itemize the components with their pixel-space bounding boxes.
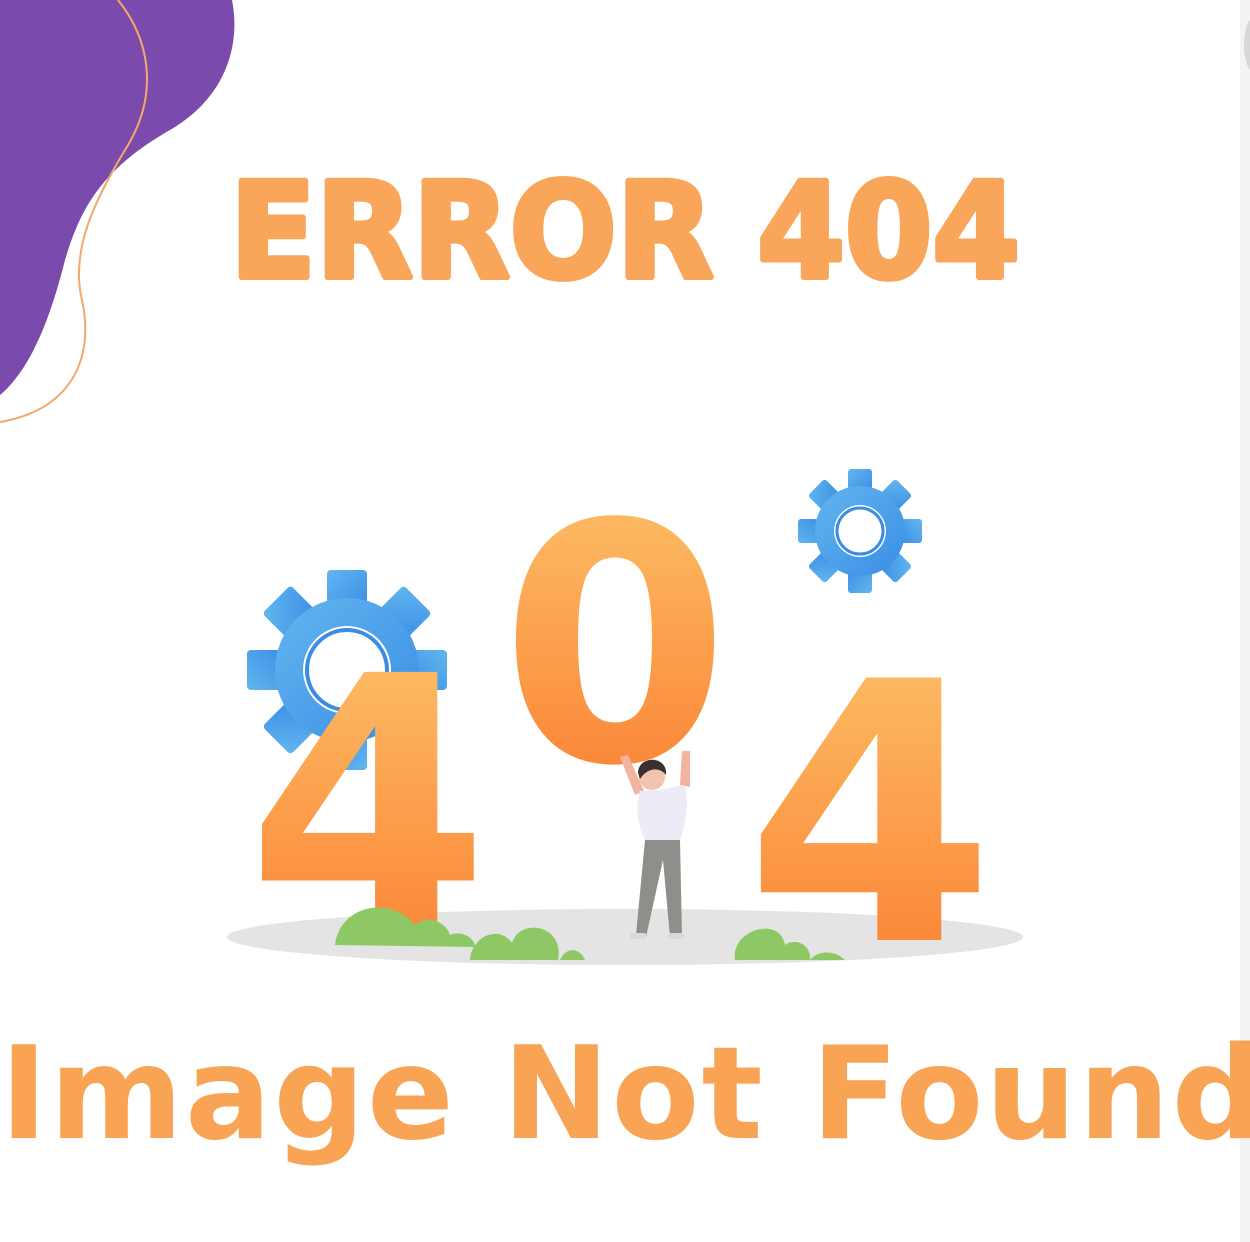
error-page: ERROR 404 4 0 4 Image Not Found	[0, 0, 1250, 1242]
digit-middle: 0	[500, 455, 730, 838]
headline-text: ERROR 404	[230, 155, 1020, 300]
error-illustration: 4 0 4	[227, 455, 1023, 985]
error-headline: ERROR 404	[227, 152, 1023, 300]
gear-icon	[798, 469, 922, 593]
image-not-found-text: Image Not Found	[0, 1020, 1250, 1169]
digit-right: 4	[745, 606, 996, 985]
